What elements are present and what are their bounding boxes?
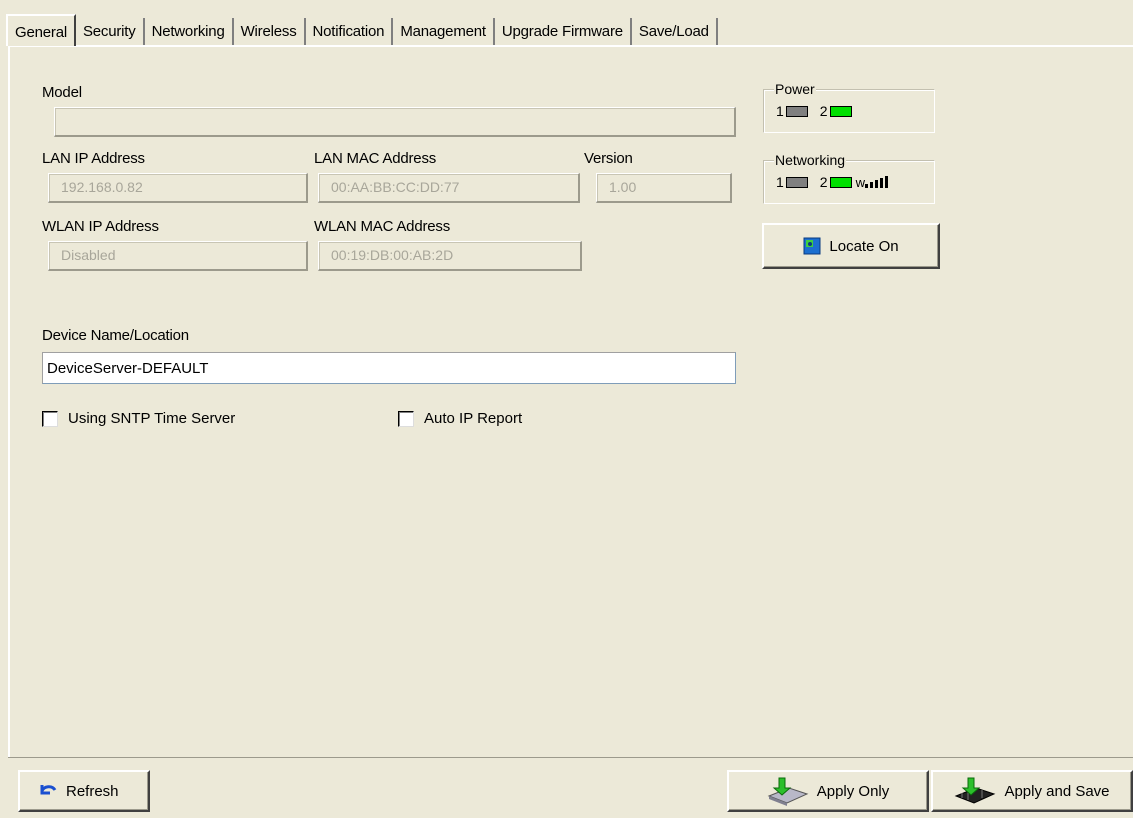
apply-and-save-icon: [955, 777, 996, 804]
tab-wireless[interactable]: Wireless: [234, 18, 306, 46]
power-leds: 1 2: [776, 103, 864, 119]
power-led1-label: 1: [776, 103, 784, 119]
refresh-button-label: Refresh: [66, 782, 119, 800]
lan-mac-field: 00:AA:BB:CC:DD:77: [318, 173, 580, 203]
model-label: Model: [42, 84, 82, 101]
net-led2-label: 2: [819, 174, 828, 190]
lan-mac-label: LAN MAC Address: [314, 150, 437, 167]
device-name-label: Device Name/Location: [42, 327, 189, 344]
tab-management[interactable]: Management: [393, 18, 495, 46]
apply-and-save-button-label: Apply and Save: [1004, 782, 1110, 800]
auto-ip-report-checkbox-box[interactable]: [398, 410, 414, 427]
apply-only-button[interactable]: Apply Only: [727, 770, 929, 812]
networking-group: Networking 1 2 w: [763, 152, 935, 204]
power-group-title: Power: [774, 81, 816, 97]
apply-only-icon: [767, 777, 809, 806]
sntp-checkbox-box[interactable]: [42, 410, 58, 427]
tab-networking[interactable]: Networking: [145, 18, 234, 46]
power-group: Power 1 2: [763, 81, 935, 133]
lan-ip-label: LAN IP Address: [42, 150, 145, 167]
net-led-1: [785, 176, 808, 188]
sntp-checkbox-label: Using SNTP Time Server: [68, 410, 236, 427]
wlan-ip-label: WLAN IP Address: [42, 218, 159, 235]
net-led-2: [829, 176, 852, 188]
version-label: Version: [584, 150, 633, 167]
footer-separator: [8, 757, 1133, 758]
tab-bar: General Security Networking Wireless Not…: [6, 12, 718, 46]
refresh-button[interactable]: Refresh: [18, 770, 150, 812]
apply-and-save-button[interactable]: Apply and Save: [931, 770, 1133, 812]
auto-ip-report-checkbox-label: Auto IP Report: [424, 410, 523, 427]
wlan-mac-label: WLAN MAC Address: [314, 218, 451, 235]
networking-group-title: Networking: [774, 152, 847, 168]
tab-upgrade-firmware[interactable]: Upgrade Firmware: [495, 18, 632, 46]
power-led-2: [829, 105, 852, 117]
locate-icon: [803, 237, 821, 255]
model-field: [54, 107, 736, 137]
networking-leds: 1 2 w: [776, 174, 891, 190]
auto-ip-report-checkbox[interactable]: Auto IP Report: [398, 410, 522, 427]
tab-notification[interactable]: Notification: [306, 18, 394, 46]
tab-security[interactable]: Security: [76, 18, 145, 46]
locate-button[interactable]: Locate On: [762, 223, 940, 269]
wlan-signal-label: w: [855, 174, 865, 190]
sntp-checkbox[interactable]: Using SNTP Time Server: [42, 410, 235, 427]
net-led1-label: 1: [776, 174, 784, 190]
device-name-input[interactable]: [42, 352, 736, 384]
locate-button-label: Locate On: [829, 237, 899, 255]
wlan-mac-field: 00:19:DB:00:AB:2D: [318, 241, 582, 271]
power-led2-label: 2: [819, 103, 828, 119]
lan-ip-field: 192.168.0.82: [48, 173, 308, 203]
refresh-icon: [40, 785, 57, 795]
tab-save-load[interactable]: Save/Load: [632, 18, 718, 46]
version-field: 1.00: [596, 173, 732, 203]
apply-only-button-label: Apply Only: [816, 782, 890, 800]
general-panel: Model LAN IP Address 192.168.0.82 LAN MA…: [8, 45, 1133, 757]
signal-strength-icon: [864, 176, 888, 188]
tab-general[interactable]: General: [6, 14, 76, 46]
wlan-ip-field: Disabled: [48, 241, 308, 271]
power-led-1: [785, 105, 808, 117]
